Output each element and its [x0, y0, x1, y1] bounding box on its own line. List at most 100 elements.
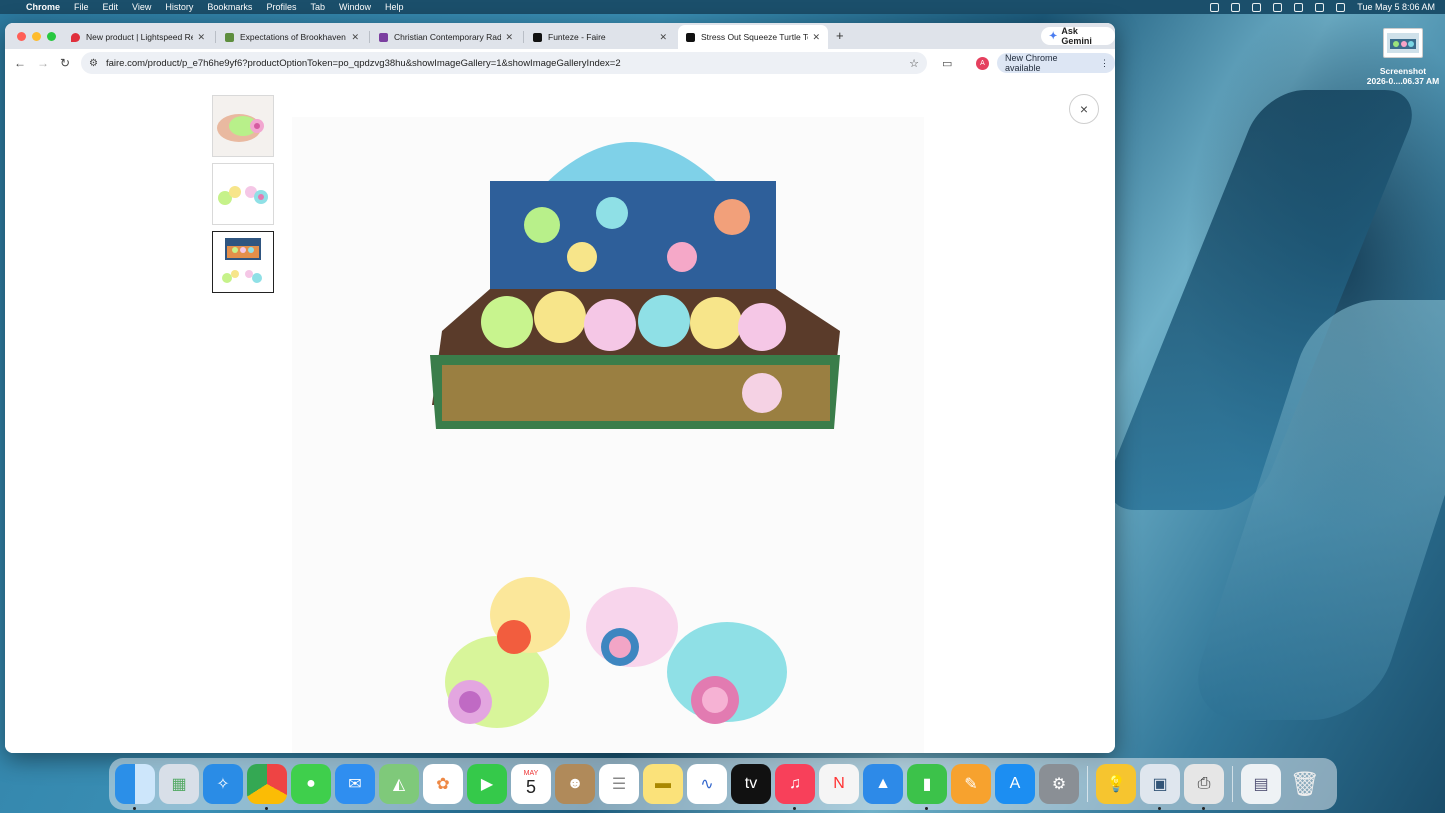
- minimize-window-button[interactable]: [32, 32, 41, 41]
- tab-close-icon[interactable]: ✕: [812, 32, 820, 43]
- tab-brookhaven[interactable]: Expectations of Brookhaven ✕: [217, 25, 367, 49]
- menu-edit[interactable]: Edit: [103, 2, 119, 12]
- zoom-window-button[interactable]: [47, 32, 56, 41]
- address-bar[interactable]: ⚙ faire.com/product/p_e7h6he9yf6?product…: [81, 52, 927, 74]
- tab-divider: [215, 31, 216, 43]
- numbers-icon[interactable]: ▮: [907, 764, 947, 810]
- new-chrome-available-button[interactable]: New Chrome available ⋮: [997, 53, 1115, 73]
- faire-favicon-icon: [686, 32, 695, 42]
- facetime-icon[interactable]: ▶: [467, 764, 507, 804]
- music-icon[interactable]: ♫: [775, 764, 815, 810]
- menu-bar: Chrome File Edit View History Bookmarks …: [0, 0, 1445, 14]
- status-area: Tue May 5 8:06 AM: [1210, 0, 1435, 14]
- more-menu-icon[interactable]: ⋮: [1100, 58, 1109, 69]
- trash-icon[interactable]: 🗑: [1285, 764, 1325, 804]
- ask-gemini-button[interactable]: ✦ Ask Gemini: [1041, 26, 1115, 46]
- close-gallery-button[interactable]: ×: [1069, 94, 1099, 124]
- preview-icon[interactable]: ▣: [1140, 764, 1180, 810]
- screenshot-label-line2: 2026-0....06.37 AM: [1366, 76, 1440, 86]
- shopify-favicon-icon: [225, 32, 234, 42]
- tab-close-icon[interactable]: ✕: [197, 32, 205, 43]
- menu-app-chrome[interactable]: Chrome: [26, 2, 60, 12]
- screenshot-file-icon[interactable]: [1383, 28, 1423, 58]
- status-app-icon[interactable]: [1210, 2, 1220, 12]
- menu-profiles[interactable]: Profiles: [266, 2, 296, 12]
- tab-funteze[interactable]: Funteze - Faire ✕: [525, 25, 675, 49]
- menu-tab[interactable]: Tab: [310, 2, 325, 12]
- keynote-icon[interactable]: ▲: [863, 764, 903, 804]
- close-icon: ×: [1079, 101, 1089, 117]
- app-store-icon[interactable]: A: [995, 764, 1035, 804]
- gemini-sparkle-icon: ✦: [1049, 30, 1058, 42]
- tab-title: Stress Out Squeeze Turtle To: [701, 32, 809, 42]
- mail-icon[interactable]: ✉: [335, 764, 375, 804]
- window-controls: [17, 32, 56, 41]
- url-text[interactable]: faire.com/product/p_e7h6he9yf6?productOp…: [106, 58, 909, 69]
- profile-avatar[interactable]: A: [976, 57, 989, 70]
- tab-title: New product | Lightspeed Re: [86, 32, 194, 42]
- new-tab-button[interactable]: +: [836, 28, 844, 43]
- faire-image-gallery: ×: [5, 77, 1115, 753]
- menu-history[interactable]: History: [165, 2, 193, 12]
- gallery-thumbnail-3[interactable]: [212, 231, 274, 293]
- forward-arrow-icon[interactable]: →: [37, 56, 49, 70]
- finder-icon[interactable]: [115, 764, 155, 810]
- screenshot-label-line1: Screenshot: [1379, 66, 1427, 76]
- close-window-button[interactable]: [17, 32, 26, 41]
- spotlight-search-icon[interactable]: [1315, 2, 1325, 12]
- tab-close-icon[interactable]: ✕: [351, 32, 359, 43]
- tab-radio[interactable]: Christian Contemporary Radi ✕: [371, 25, 521, 49]
- status-display-icon[interactable]: [1231, 2, 1241, 12]
- photos-icon[interactable]: ✿: [423, 764, 463, 804]
- messages-icon[interactable]: ●: [291, 764, 331, 804]
- tips-icon[interactable]: 💡: [1096, 764, 1136, 804]
- freeform-icon[interactable]: ∿: [687, 764, 727, 804]
- notes-icon[interactable]: ▬: [643, 764, 683, 804]
- tab-lightspeed[interactable]: New product | Lightspeed Re ✕: [63, 25, 213, 49]
- menu-view[interactable]: View: [132, 2, 151, 12]
- chrome-icon[interactable]: [247, 764, 287, 810]
- downloads-stack-icon[interactable]: ▤: [1241, 764, 1281, 804]
- menu-bookmarks[interactable]: Bookmarks: [207, 2, 252, 12]
- tab-search-icon[interactable]: ▭: [942, 57, 952, 70]
- tab-squeeze-turtle[interactable]: Stress Out Squeeze Turtle To ✕: [678, 25, 828, 49]
- tab-close-icon[interactable]: ✕: [659, 32, 667, 43]
- contacts-icon[interactable]: ☻: [555, 764, 595, 804]
- browser-toolbar: ← → ↻ ⚙ faire.com/product/p_e7h6he9yf6?p…: [5, 49, 1115, 77]
- dock: ▦ ✧ ● ✉ ◭ ✿ ▶ MAY 5 ☻ ☰ ▬ ∿ tv ♫ N ▲ ▮ ✎…: [109, 758, 1337, 810]
- tab-title: Funteze - Faire: [548, 32, 606, 42]
- tab-divider: [523, 31, 524, 43]
- gallery-thumbnail-2[interactable]: [212, 163, 274, 225]
- radio-favicon-icon: [379, 32, 388, 42]
- system-settings-icon[interactable]: ⚙: [1039, 764, 1079, 804]
- printer-icon[interactable]: ⎙: [1184, 764, 1224, 810]
- safari-icon[interactable]: ✧: [203, 764, 243, 804]
- calendar-month: MAY: [523, 770, 539, 777]
- tab-title: Christian Contemporary Radi: [394, 32, 502, 42]
- calendar-icon[interactable]: MAY 5: [511, 764, 551, 804]
- menubar-clock[interactable]: Tue May 5 8:06 AM: [1357, 2, 1435, 12]
- wifi-icon[interactable]: [1294, 2, 1304, 12]
- screenshot-file-label: Screenshot 2026-0....06.37 AM: [1358, 66, 1445, 86]
- gallery-thumbnail-1[interactable]: [212, 95, 274, 157]
- bookmark-star-icon[interactable]: ☆: [909, 57, 919, 70]
- menu-help[interactable]: Help: [385, 2, 404, 12]
- tab-divider: [369, 31, 370, 43]
- ask-gemini-label: Ask Gemini: [1061, 26, 1092, 46]
- status-play-icon[interactable]: [1273, 2, 1283, 12]
- tab-close-icon[interactable]: ✕: [505, 32, 513, 43]
- launchpad-icon[interactable]: ▦: [159, 764, 199, 804]
- chrome-window: New product | Lightspeed Re ✕ Expectatio…: [5, 23, 1115, 753]
- reload-icon[interactable]: ↻: [60, 56, 70, 70]
- reminders-icon[interactable]: ☰: [599, 764, 639, 804]
- pages-icon[interactable]: ✎: [951, 764, 991, 804]
- control-center-icon[interactable]: [1336, 2, 1346, 12]
- maps-icon[interactable]: ◭: [379, 764, 419, 804]
- apple-tv-icon[interactable]: tv: [731, 764, 771, 804]
- site-info-icon[interactable]: ⚙: [89, 58, 98, 69]
- back-arrow-icon[interactable]: ←: [14, 56, 26, 70]
- news-icon[interactable]: N: [819, 764, 859, 804]
- menu-file[interactable]: File: [74, 2, 89, 12]
- status-battery-icon[interactable]: [1252, 2, 1262, 12]
- menu-window[interactable]: Window: [339, 2, 371, 12]
